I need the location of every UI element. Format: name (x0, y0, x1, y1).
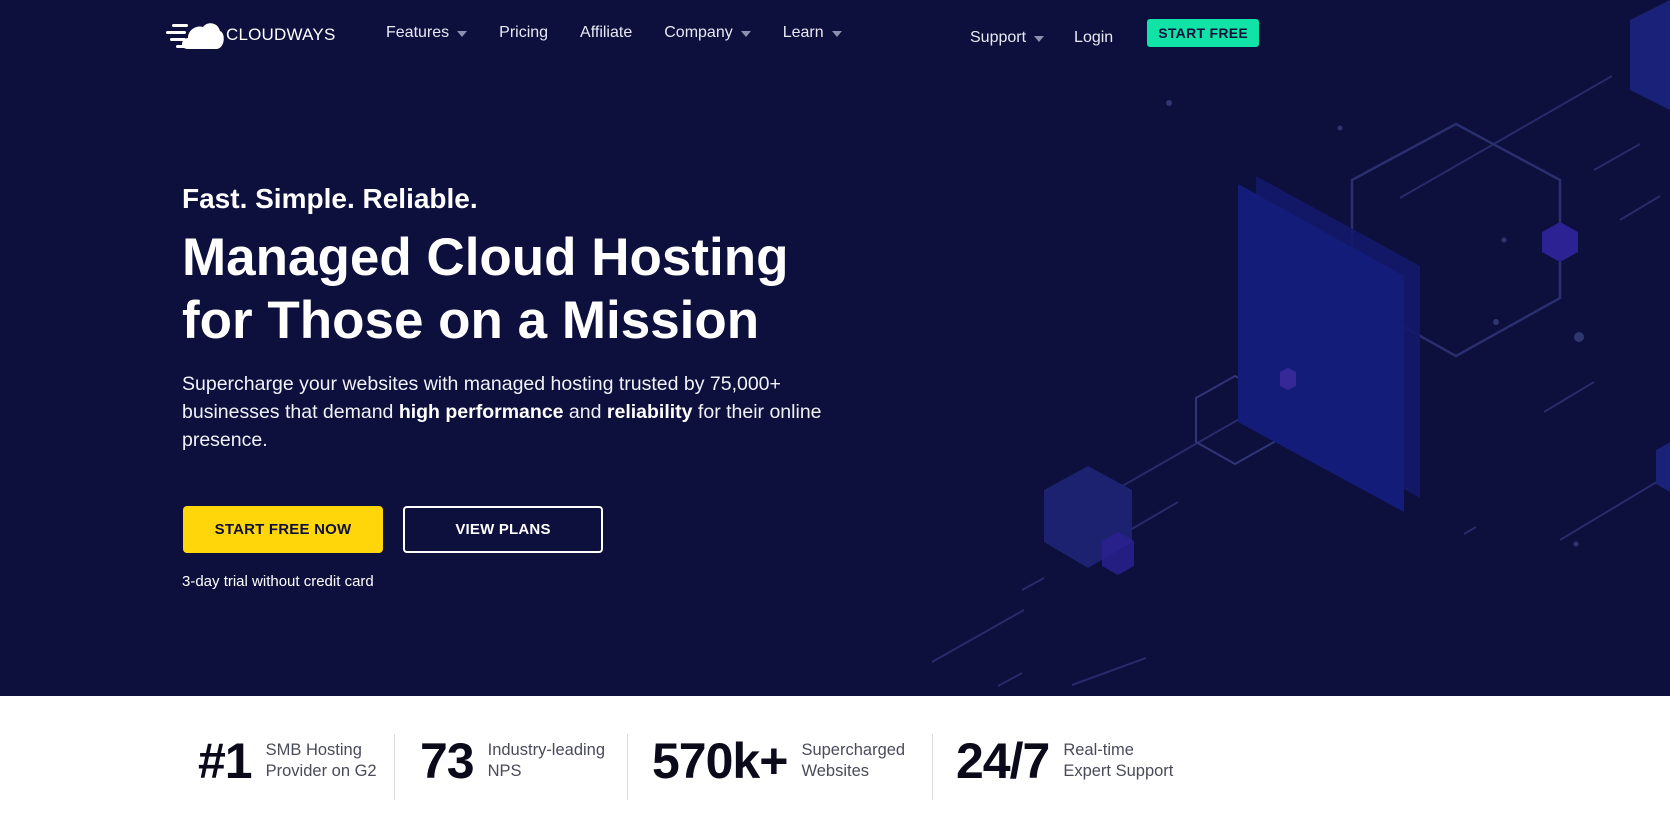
chevron-down-icon (457, 31, 468, 37)
nav-item-label: Pricing (499, 24, 549, 41)
stat-divider (394, 734, 395, 800)
start-free-button[interactable]: START FREE (1147, 19, 1260, 47)
hero-description: Supercharge your websites with managed h… (182, 370, 842, 454)
nav-item-support[interactable]: Support (970, 29, 1045, 47)
view-plans-button[interactable]: VIEW PLANS (403, 506, 603, 553)
stat-value: 73 (420, 733, 475, 789)
stat-label: Industry-leading NPS (487, 741, 606, 780)
cloudways-logo[interactable]: CLOUDWAYS (166, 18, 335, 52)
headline-line-1: Managed Cloud Hosting (182, 228, 789, 287)
stat-label: Supercharged Websites (801, 741, 906, 780)
stat-value: 24/7 (956, 733, 1050, 789)
stat-label: SMB Hosting Provider on G2 (265, 741, 377, 780)
description-highlight: high performance (398, 401, 564, 423)
login-label: Login (1074, 29, 1114, 46)
description-text: and (563, 401, 607, 423)
stat-value: #1 (198, 733, 253, 789)
hero-headline: Managed Cloud Hosting for Those on a Mis… (182, 226, 882, 352)
stat-item: #1 SMB Hosting Provider on G2 (198, 736, 384, 786)
description-highlight: reliability (606, 401, 693, 423)
nav-actions: Support Login START FREE (970, 19, 1260, 47)
nav-item-label: Learn (782, 24, 824, 41)
nav-item-company[interactable]: Company (664, 24, 751, 42)
chevron-down-icon (831, 31, 842, 37)
stats-bar: #1 SMB Hosting Provider on G2 73 Industr… (0, 696, 1670, 813)
nav-item-label: Affiliate (580, 24, 633, 41)
nav-item-label: Support (970, 29, 1027, 46)
stat-item: 73 Industry-leading NPS (420, 736, 618, 786)
nav-item-label: Company (664, 24, 733, 41)
nav-item-affiliate[interactable]: Affiliate (580, 24, 632, 42)
trial-note: 3-day trial without credit card (182, 573, 374, 590)
chevron-down-icon (740, 31, 751, 37)
hero-cta-group: START FREE NOW VIEW PLANS (183, 506, 603, 553)
top-navigation: CLOUDWAYS Features Pricing Affiliate Com… (0, 0, 1670, 70)
stat-divider (627, 734, 628, 800)
main-menu: Features Pricing Affiliate Company Learn (386, 24, 874, 42)
stat-item: 24/7 Real-time Expert Support (956, 736, 1183, 786)
chevron-down-icon (1034, 36, 1045, 42)
stat-label: Real-time Expert Support (1063, 741, 1174, 780)
stat-value: 570k+ (652, 733, 788, 789)
cloud-logo-icon (166, 23, 224, 49)
nav-item-label: Features (386, 24, 450, 41)
hero-section: CLOUDWAYS Features Pricing Affiliate Com… (0, 0, 1670, 696)
nav-item-pricing[interactable]: Pricing (499, 24, 548, 42)
login-link[interactable]: Login (1074, 29, 1113, 47)
stat-divider (932, 734, 933, 800)
brand-name: CLOUDWAYS (226, 25, 336, 44)
hero-tagline: Fast. Simple. Reliable. (182, 183, 478, 214)
nav-item-features[interactable]: Features (386, 24, 468, 42)
stat-item: 570k+ Supercharged Websites (652, 736, 911, 786)
nav-item-learn[interactable]: Learn (783, 24, 842, 42)
start-free-now-button[interactable]: START FREE NOW (183, 506, 383, 553)
headline-line-2: for Those on a Mission (182, 291, 760, 350)
